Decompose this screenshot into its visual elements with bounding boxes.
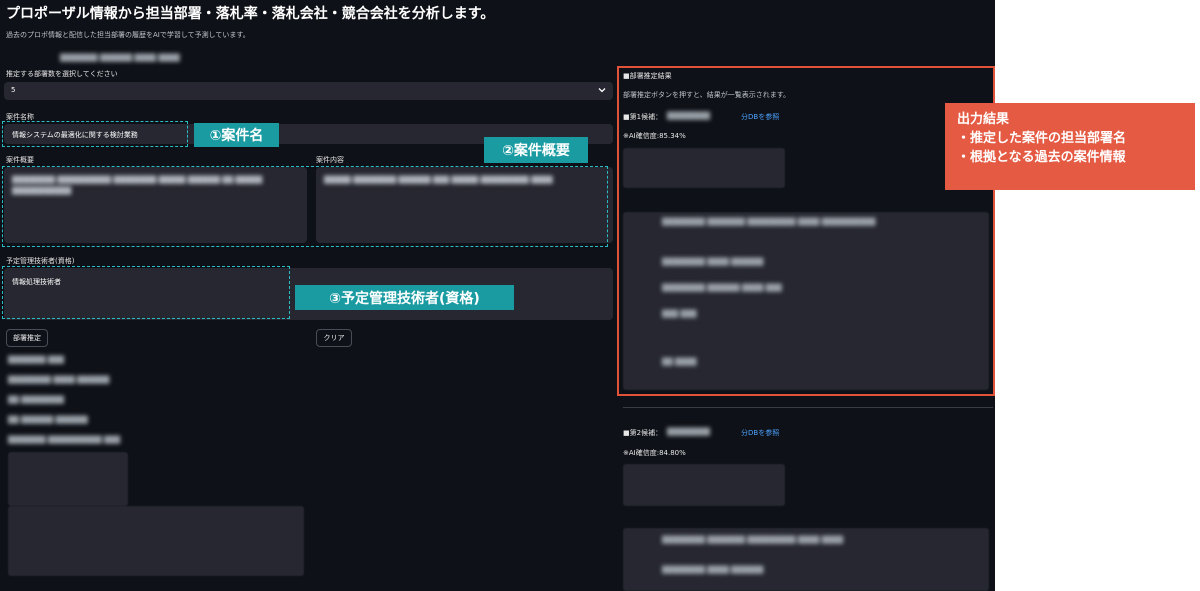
output-line-department: ・推定した案件の担当部署名	[957, 131, 1127, 146]
blurred-left-line: ███████ ██████████ ███	[8, 436, 121, 444]
candidate2-db-link[interactable]: 分DBを参照	[741, 428, 779, 438]
callout-project-name: ①案件名	[194, 123, 279, 147]
blurred-left-line: ██ ██████ ██████	[8, 416, 88, 424]
blurred-left-block	[8, 452, 128, 506]
chevron-down-icon	[598, 88, 606, 93]
blurred-table-text: ████████ ███████ █████████ ████ ████████…	[662, 218, 876, 226]
estimate-button[interactable]: 部署推定	[6, 329, 48, 347]
dept-count-select[interactable]: 5	[4, 82, 613, 100]
engineer-label: 予定管理技術者(資格)	[6, 257, 75, 265]
blurred-left-line: ████████ ████ ██████	[8, 376, 110, 384]
callout-summary: ②案件概要	[484, 137, 588, 163]
blurred-table-text: ████████ ███████ █████████ ████ ████	[662, 536, 844, 544]
results-heading: ■部署推定結果	[623, 72, 672, 80]
page-subtitle: 過去のプロポ情報と配信した担当部署の履歴をAIで学習して予測しています。	[6, 31, 250, 39]
blurred-table-text: ████████ ████ ██████	[662, 258, 764, 266]
blurred-table-text: ████████ ████ ██████	[662, 566, 764, 574]
output-description-panel: 出力結果 ・推定した案件の担当部署名 ・根拠となる過去の案件情報	[945, 103, 1195, 190]
blurred-left-block	[8, 506, 304, 576]
blurred-table-text: ███ ███	[662, 310, 697, 318]
candidate1-label: ■第1候補：	[623, 113, 663, 121]
results-hint: 部署推定ボタンを押すと、結果が一覧表示されます。	[623, 91, 791, 99]
content-label: 案件内容	[316, 156, 344, 164]
blurred-left-line: ███████ ███	[8, 356, 65, 364]
summary-label: 案件概要	[6, 156, 34, 164]
candidate2-label: ■第2候補：	[623, 429, 663, 437]
project-name-highlight	[2, 121, 188, 147]
candidate1-blurred-info	[623, 148, 785, 188]
blurred-table-text: ██ ████	[662, 358, 697, 366]
candidate2-blurred-name: ████████	[667, 428, 711, 436]
candidate1-db-link[interactable]: 分DBを参照	[741, 112, 779, 122]
dept-count-value: 5	[11, 86, 16, 94]
engineer-highlight	[2, 266, 290, 319]
candidate2-confidence: ※AI確信度:84.80%	[623, 449, 686, 457]
blurred-info-line: ███████ ██████ ████ ████	[60, 54, 180, 62]
callout-engineer: ③予定管理技術者(資格)	[295, 285, 514, 310]
candidate1-blurred-name: ████████	[667, 112, 711, 120]
dept-count-label: 推定する部署数を選択してください	[6, 70, 118, 78]
candidate1-confidence: ※AI確信度:85.34%	[623, 132, 686, 140]
output-line-title: 出力結果	[957, 112, 1010, 127]
results-divider	[623, 407, 993, 408]
candidate2-blurred-info	[623, 464, 785, 506]
blurred-left-line: ██ ████████	[8, 396, 65, 404]
page-title: プロポーザル情報から担当部署・落札率・落札会社・競合会社を分析します。	[6, 6, 495, 22]
output-line-evidence: ・根拠となる過去の案件情報	[957, 150, 1126, 165]
blurred-table-text: ████████ ██████ ████ ███	[662, 284, 782, 292]
app-window: プロポーザル情報から担当部署・落札率・落札会社・競合会社を分析します。 過去のプ…	[0, 0, 995, 591]
clear-button[interactable]: クリア	[316, 329, 352, 347]
summary-highlight	[2, 166, 608, 247]
